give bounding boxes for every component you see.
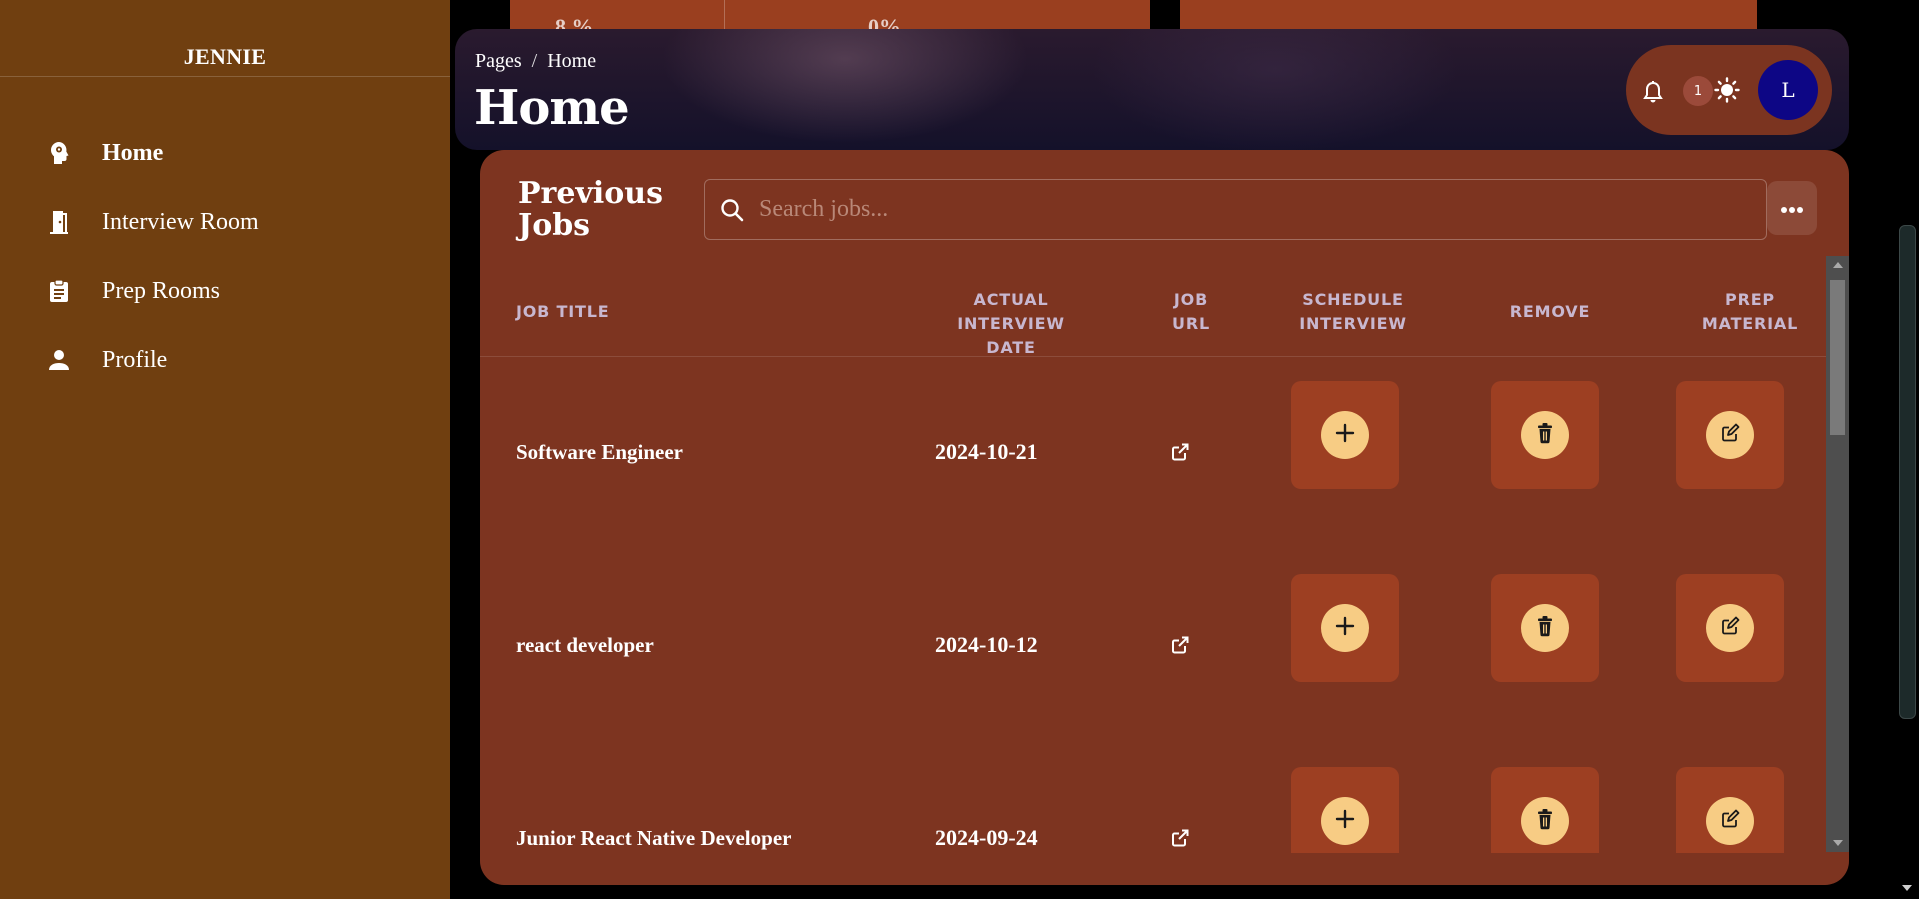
- sidebar-item-label: Profile: [102, 346, 168, 373]
- plus-icon: [1333, 614, 1357, 642]
- stat-card-divider: [724, 0, 725, 30]
- prep-material-button[interactable]: [1676, 574, 1784, 682]
- sidebar-item-label: Interview Room: [102, 208, 259, 235]
- clipboard-icon: [46, 278, 72, 304]
- door-icon: [46, 209, 72, 235]
- column-header-interview-date[interactable]: ACTUAL INTERVIEW DATE: [936, 288, 1086, 360]
- page-scroll-down-icon[interactable]: [1902, 885, 1912, 891]
- sidebar-item-label: Prep Rooms: [102, 277, 221, 304]
- plus-icon: [1333, 421, 1357, 449]
- column-header-schedule[interactable]: SCHEDULE INTERVIEW: [1288, 288, 1418, 336]
- notification-badge: 1: [1683, 76, 1713, 106]
- prep-material-button[interactable]: [1676, 381, 1784, 489]
- trash-icon: [1535, 422, 1555, 448]
- page-scrollbar-thumb[interactable]: [1899, 225, 1916, 719]
- brand-name: JENNIE: [183, 44, 267, 69]
- edit-icon: [1720, 809, 1740, 833]
- remove-job-button[interactable]: [1491, 767, 1599, 853]
- table-scrollbar-thumb[interactable]: [1830, 280, 1845, 435]
- search-input[interactable]: [759, 196, 1659, 223]
- stat-card-partial-right: [1180, 0, 1757, 30]
- card-title: Previous Jobs: [518, 176, 663, 243]
- page-title: Home: [474, 80, 630, 136]
- sidebar-item-label: Home: [102, 139, 164, 166]
- person-icon: [46, 347, 72, 373]
- edit-icon: [1720, 616, 1740, 640]
- breadcrumb-separator: /: [531, 50, 538, 72]
- plus-icon: [1333, 807, 1357, 835]
- stat-card-partial-left: [510, 0, 1150, 30]
- page-scrollbar[interactable]: [1895, 0, 1919, 899]
- breadcrumb-root[interactable]: Pages: [475, 50, 522, 73]
- breadcrumb: Pages / Home: [475, 50, 596, 73]
- job-title-cell: Software Engineer: [516, 440, 684, 464]
- search-box: [704, 179, 1767, 240]
- prep-material-button[interactable]: [1676, 767, 1784, 853]
- row-clip: [480, 767, 1826, 853]
- column-header-job-title[interactable]: JOB TITLE: [516, 300, 609, 324]
- scroll-up-arrow-icon[interactable]: [1833, 262, 1843, 268]
- trash-icon: [1535, 808, 1555, 834]
- table-header-divider: [480, 356, 1826, 357]
- table-scrollbar[interactable]: [1826, 256, 1849, 852]
- edit-icon: [1720, 423, 1740, 447]
- more-horizontal-icon: [1780, 199, 1804, 218]
- sidebar-item-profile[interactable]: Profile: [46, 340, 167, 380]
- scroll-down-arrow-icon[interactable]: [1833, 840, 1843, 846]
- schedule-interview-button[interactable]: [1291, 574, 1399, 682]
- external-link-icon[interactable]: [1170, 442, 1190, 466]
- brand-divider: [0, 76, 450, 77]
- breadcrumb-current: Home: [547, 50, 597, 72]
- column-header-prep-material[interactable]: PREP MATERIAL: [1680, 288, 1820, 336]
- interview-date-cell: 2024-10-21: [935, 439, 1038, 464]
- remove-job-button[interactable]: [1491, 574, 1599, 682]
- avatar[interactable]: L: [1758, 60, 1818, 120]
- bell-icon[interactable]: [1642, 80, 1664, 108]
- more-options-button[interactable]: [1767, 181, 1817, 235]
- column-header-job-url[interactable]: JOB URL: [1166, 288, 1216, 336]
- sidebar: JENNIE Home Interview Room Prep Rooms Pr…: [0, 0, 450, 899]
- sidebar-item-prep-rooms[interactable]: Prep Rooms: [46, 271, 220, 311]
- column-header-remove[interactable]: REMOVE: [1480, 300, 1620, 324]
- schedule-interview-button[interactable]: [1291, 381, 1399, 489]
- brain-head-icon: [46, 140, 72, 166]
- interview-date-cell: 2024-10-12: [935, 632, 1038, 657]
- sun-icon[interactable]: [1714, 77, 1740, 107]
- job-title-cell: react developer: [516, 633, 654, 657]
- previous-jobs-card: Previous Jobs JOB TITLE ACTUAL INTERVIEW…: [480, 150, 1849, 885]
- search-icon: [719, 197, 745, 223]
- remove-job-button[interactable]: [1491, 381, 1599, 489]
- sidebar-item-interview-room[interactable]: Interview Room: [46, 202, 259, 242]
- external-link-icon[interactable]: [1170, 635, 1190, 659]
- sidebar-item-home[interactable]: Home: [46, 133, 163, 173]
- schedule-interview-button[interactable]: [1291, 767, 1399, 853]
- trash-icon: [1535, 615, 1555, 641]
